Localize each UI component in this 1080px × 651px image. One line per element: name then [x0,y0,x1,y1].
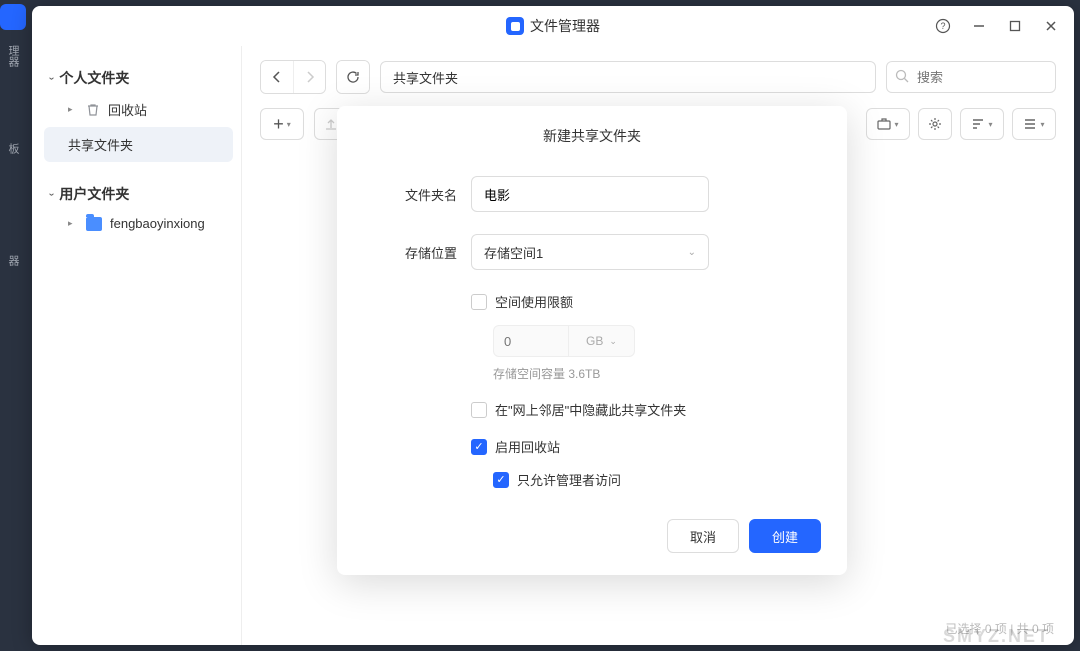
sidebar-item-recycle[interactable]: ▸ 回收站 [44,92,233,127]
admin-only-checkbox[interactable]: ✓ [493,472,509,488]
sidebar-item-shared[interactable]: 共享文件夹 [44,127,233,162]
modal-title: 新建共享文件夹 [363,126,821,146]
task-button[interactable]: ▾ [866,108,910,140]
hide-label: 在"网上邻居"中隐藏此共享文件夹 [495,400,686,419]
expand-icon: ▸ [68,218,78,229]
dock-item[interactable]: 理器 [0,30,26,82]
settings-button[interactable] [918,108,952,140]
sidebar-item-user-folder[interactable]: ▸ fengbaoyinxiong [44,208,233,239]
sort-button[interactable]: ▾ [960,108,1004,140]
search-icon [895,69,909,83]
view-button[interactable]: ▾ [1012,108,1056,140]
search-input[interactable] [886,61,1056,93]
hide-checkbox[interactable] [471,402,487,418]
folder-name-input[interactable] [471,176,709,212]
nav-forward-button[interactable] [293,61,325,93]
cancel-button[interactable]: 取消 [667,519,739,553]
dock-item[interactable] [0,4,26,30]
os-dock: 理器 板 器 [0,0,26,651]
sidebar-section-personal[interactable]: › 个人文件夹 [44,64,233,92]
nav-back-button[interactable] [261,61,293,93]
dock-item[interactable]: 器 [0,234,26,286]
location-value: 存储空间1 [484,243,543,262]
sidebar-section-label: 个人文件夹 [59,68,129,88]
sidebar-item-label: 共享文件夹 [68,135,133,154]
app-title: 文件管理器 [530,16,600,36]
quota-unit-select: GB ⌄ [569,325,635,357]
chevron-down-icon: › [46,76,57,79]
sidebar-item-label: fengbaoyinxiong [110,216,205,231]
titlebar: 文件管理器 ? [32,6,1074,46]
path-input[interactable] [380,61,876,93]
chevron-down-icon: › [46,192,57,195]
question-icon[interactable]: ? [928,12,958,40]
file-manager-window: 文件管理器 ? › 个人文件夹 ▸ [32,6,1074,645]
sidebar-section-user[interactable]: › 用户文件夹 [44,180,233,208]
refresh-button[interactable] [337,61,369,93]
maximize-button[interactable] [1000,12,1030,40]
watermark: SMYZ.NET [943,626,1050,647]
trash-icon [86,103,100,117]
folder-icon [86,217,102,231]
minimize-button[interactable] [964,12,994,40]
new-share-folder-modal: 新建共享文件夹 文件夹名 存储位置 存储空间1 ⌄ 空间使用限额 GB ⌄ [337,106,847,575]
quota-label: 空间使用限额 [495,292,573,311]
folder-name-label: 文件夹名 [363,185,457,204]
dock-item[interactable]: 板 [0,122,26,174]
location-select[interactable]: 存储空间1 ⌄ [471,234,709,270]
quota-input [493,325,569,357]
add-button[interactable]: +▾ [260,108,304,140]
capacity-hint: 存储空间容量 3.6TB [493,365,821,382]
svg-text:?: ? [940,21,945,31]
close-button[interactable] [1036,12,1066,40]
app-icon [506,17,524,35]
location-label: 存储位置 [363,243,457,262]
recycle-label: 启用回收站 [495,437,560,456]
chevron-down-icon: ⌄ [688,247,696,258]
sidebar: › 个人文件夹 ▸ 回收站 共享文件夹 › 用户文件夹 [32,46,242,645]
sidebar-item-label: 回收站 [108,100,147,119]
chevron-down-icon: ⌄ [609,336,617,347]
expand-icon: ▸ [68,104,78,115]
sidebar-section-label: 用户文件夹 [59,184,129,204]
admin-label: 只允许管理者访问 [517,470,621,489]
create-button[interactable]: 创建 [749,519,821,553]
recycle-checkbox[interactable]: ✓ [471,439,487,455]
quota-checkbox[interactable] [471,294,487,310]
